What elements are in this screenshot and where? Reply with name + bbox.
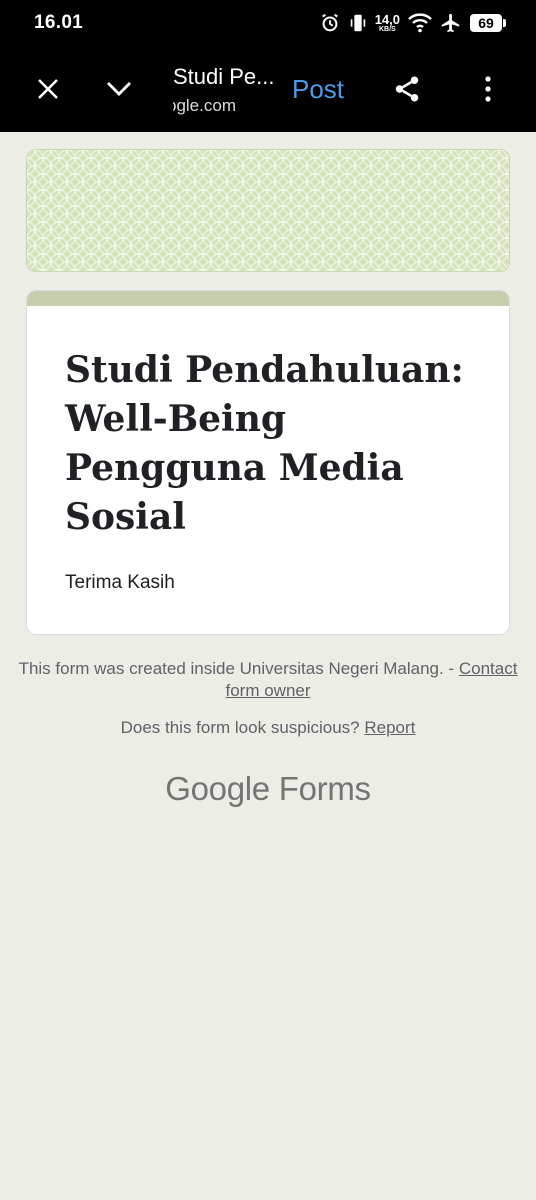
minimize-button[interactable]	[97, 67, 141, 111]
share-button[interactable]	[385, 67, 429, 111]
suspicious-text: Does this form look suspicious?	[120, 718, 365, 737]
share-icon	[395, 76, 419, 102]
brand-forms: Forms	[278, 770, 371, 807]
brand-google: Google	[165, 770, 270, 807]
net-speed-value: 14,0	[374, 12, 400, 27]
page-url: ogle.com	[173, 96, 236, 115]
card-accent-bar	[27, 291, 509, 306]
chevron-down-icon	[107, 82, 131, 96]
created-text: This form was created inside Universitas…	[18, 659, 459, 678]
form-title: Studi Pendahuluan: Well-Being Pengguna M…	[65, 349, 464, 538]
form-header-banner	[26, 149, 510, 272]
airplane-icon	[440, 12, 462, 34]
page-title-area[interactable]: Studi Pe... ogle.com	[173, 64, 283, 116]
browser-toolbar: Studi Pe... ogle.com Post	[0, 46, 536, 132]
network-speed: 14,0 KB/S	[375, 13, 400, 33]
status-time: 16.01	[34, 12, 84, 33]
form-description: Terima Kasih	[65, 572, 175, 593]
close-button[interactable]	[26, 67, 70, 111]
vibrate-icon	[349, 12, 367, 34]
page-title: Studi Pe...	[173, 64, 275, 89]
wifi-icon	[408, 13, 432, 33]
close-icon	[38, 79, 58, 99]
battery-indicator: 69	[470, 14, 506, 32]
report-link[interactable]: Report	[364, 718, 415, 737]
form-card: Studi Pendahuluan: Well-Being Pengguna M…	[26, 290, 510, 635]
form-created-notice: This form was created inside Universitas…	[0, 658, 536, 702]
alarm-icon	[319, 12, 341, 34]
more-vert-icon	[485, 76, 491, 102]
post-button[interactable]: Post	[292, 74, 344, 105]
status-icons: 14,0 KB/S 69	[319, 10, 506, 36]
google-forms-logo[interactable]: Google Forms	[0, 770, 536, 808]
net-speed-unit: KB/S	[378, 26, 396, 33]
suspicious-notice: Does this form look suspicious? Report	[0, 717, 536, 739]
more-options-button[interactable]	[466, 67, 510, 111]
status-bar: 16.01 14,0 KB/S 69	[0, 0, 536, 46]
